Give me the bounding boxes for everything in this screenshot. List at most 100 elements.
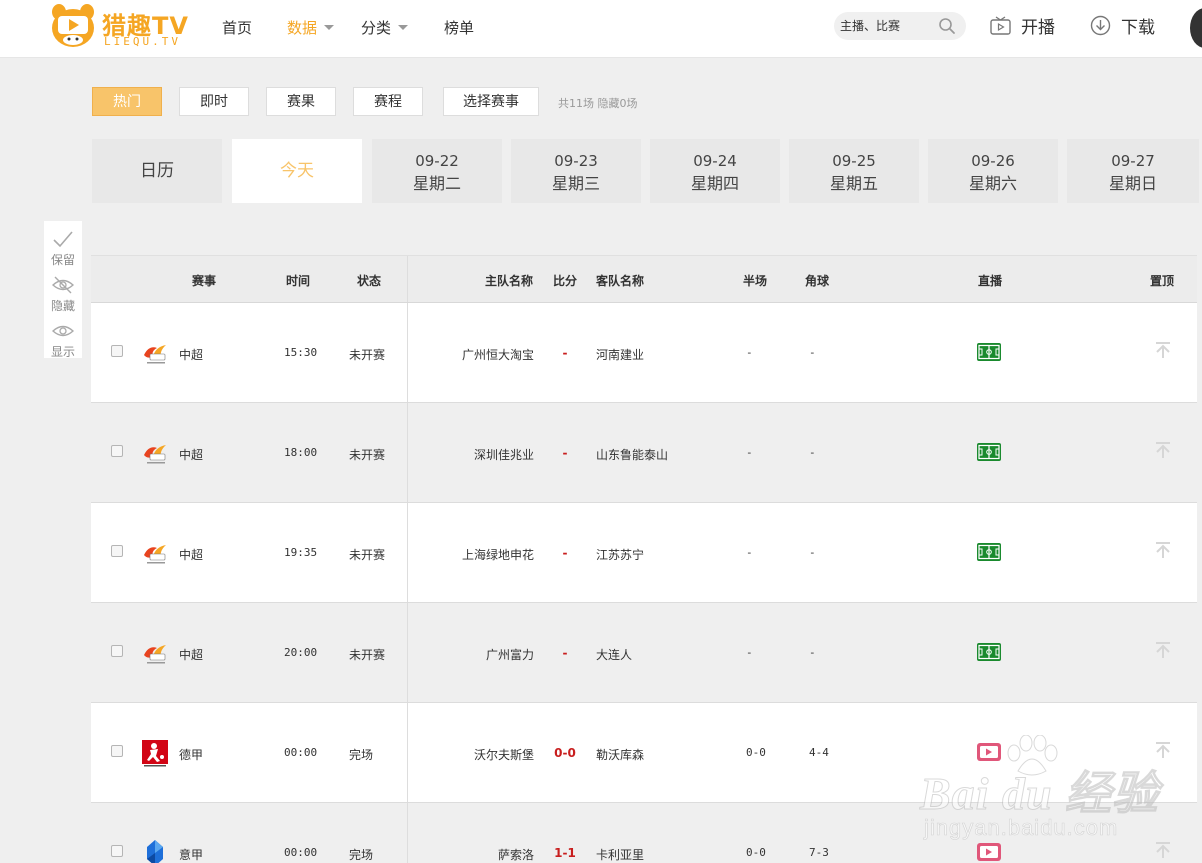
league-name: 德甲: [179, 748, 204, 762]
pin-top-icon[interactable]: [1153, 440, 1173, 460]
row-checkbox[interactable]: [111, 745, 123, 757]
match-status: 完场: [349, 748, 374, 762]
keep-button[interactable]: 保留: [44, 225, 82, 269]
home-team: 沃尔夫斯堡: [473, 748, 534, 762]
select-league-button[interactable]: 选择赛事: [443, 87, 539, 116]
match-score: -: [562, 446, 568, 460]
eye-icon: [52, 325, 74, 337]
avatar[interactable]: [1190, 8, 1202, 48]
tab-calendar[interactable]: 日历: [92, 139, 222, 203]
search-icon[interactable]: [938, 17, 956, 35]
tab-weekday: 星期日: [1108, 174, 1157, 193]
half-score: -: [746, 546, 753, 559]
filter-results-button[interactable]: 赛果: [266, 87, 336, 116]
logo-subtext: LIEQU.TV: [104, 35, 181, 48]
away-team: 江苏苏宁: [596, 548, 645, 562]
row-checkbox[interactable]: [111, 645, 123, 657]
video-icon[interactable]: [976, 742, 1002, 762]
table-row: 意甲 00:00 完场 萨索洛 卡利亚里 0-0 7-3 1-1: [91, 803, 1197, 863]
tab-today-label: 今天: [280, 161, 314, 181]
field-icon[interactable]: [976, 442, 1002, 462]
table-row: 中超 18:00 未开赛 深圳佳兆业 山东鲁能泰山 - - -: [91, 403, 1197, 503]
kickoff-time: 18:00: [284, 446, 318, 459]
filter-live-button[interactable]: 即时: [179, 87, 249, 116]
row-checkbox[interactable]: [111, 345, 123, 357]
download-button[interactable]: 下载: [1090, 13, 1155, 38]
col-score: 比分: [553, 274, 578, 288]
keep-label: 保留: [50, 253, 75, 267]
row-checkbox[interactable]: [111, 545, 123, 557]
broadcast-button[interactable]: 开播: [990, 13, 1055, 38]
nav-category-label: 分类: [361, 19, 392, 37]
side-toolbar: 保留 隐藏 显示: [44, 221, 82, 361]
check-icon: [53, 231, 73, 248]
corner-count: -: [809, 446, 816, 459]
hide-label: 隐藏: [50, 299, 75, 313]
site-logo[interactable]: 猎趣TV LIEQU.TV: [50, 2, 200, 52]
nav-ranking[interactable]: 榜单: [444, 17, 474, 38]
col-live: 直播: [978, 274, 1003, 288]
league-name: 中超: [179, 448, 204, 462]
league-name: 中超: [179, 648, 204, 662]
corner-count: 7-3: [809, 846, 829, 859]
download-label: 下载: [1121, 18, 1155, 38]
nav-home[interactable]: 首页: [222, 17, 252, 38]
tab-date: 09-23: [554, 152, 598, 170]
col-time: 时间: [286, 274, 311, 288]
league-name: 中超: [179, 548, 204, 562]
field-icon[interactable]: [976, 642, 1002, 662]
show-label: 显示: [50, 345, 75, 359]
tab-weekday: 星期六: [968, 174, 1017, 193]
video-icon[interactable]: [976, 842, 1002, 862]
pin-top-icon[interactable]: [1153, 640, 1173, 660]
hide-button[interactable]: 隐藏: [44, 271, 82, 315]
search-box: [834, 12, 966, 40]
col-league: 赛事: [192, 274, 217, 288]
tab-calendar-label: 日历: [140, 161, 174, 181]
tab-date-0923[interactable]: 09-23 星期三: [511, 139, 641, 203]
match-status: 未开赛: [349, 348, 386, 362]
table-row: 中超 20:00 未开赛 广州富力 大连人 - - -: [91, 603, 1197, 703]
tab-date-0922[interactable]: 09-22 星期二: [372, 139, 502, 203]
column-divider: [407, 803, 408, 863]
filter-hot-button[interactable]: 热门: [92, 87, 162, 116]
tab-date: 09-24: [693, 152, 737, 170]
kickoff-time: 15:30: [284, 346, 318, 359]
field-icon[interactable]: [976, 542, 1002, 562]
row-checkbox[interactable]: [111, 445, 123, 457]
tab-date-0926[interactable]: 09-26 星期六: [928, 139, 1058, 203]
away-team: 大连人: [596, 648, 633, 662]
csl-logo: [141, 339, 169, 367]
pin-top-icon[interactable]: [1153, 540, 1173, 560]
nav-ranking-label: 榜单: [444, 19, 475, 37]
match-count-text: 共11场 隐藏0场: [558, 97, 638, 110]
tab-weekday: 星期二: [412, 174, 461, 193]
search-input[interactable]: [840, 16, 936, 36]
match-table: 赛事 时间 状态 主队名称 比分 客队名称 半场 角球 直播 置顶 中超 15:3…: [91, 255, 1197, 863]
column-divider: [407, 256, 408, 302]
row-checkbox[interactable]: [111, 845, 123, 857]
field-icon[interactable]: [976, 342, 1002, 362]
pin-top-icon[interactable]: [1153, 340, 1173, 360]
tab-date-0927[interactable]: 09-27 星期日: [1067, 139, 1199, 203]
half-score: 0-0: [746, 846, 766, 859]
nav-data[interactable]: 数据: [287, 17, 335, 38]
column-divider: [407, 703, 408, 802]
match-status: 完场: [349, 848, 374, 862]
away-team: 勒沃库森: [596, 748, 645, 762]
half-score: -: [746, 446, 753, 459]
match-score: -: [562, 546, 568, 560]
pin-top-icon[interactable]: [1153, 840, 1173, 860]
half-score: 0-0: [746, 746, 766, 759]
tab-today[interactable]: 今天: [232, 139, 362, 203]
show-button[interactable]: 显示: [44, 317, 82, 361]
column-divider: [407, 503, 408, 602]
nav-category[interactable]: 分类: [361, 17, 409, 38]
tab-date-0925[interactable]: 09-25 星期五: [789, 139, 919, 203]
nav-home-label: 首页: [222, 19, 253, 37]
tab-date-0924[interactable]: 09-24 星期四: [650, 139, 780, 203]
pin-top-icon[interactable]: [1153, 740, 1173, 760]
filter-schedule-button[interactable]: 赛程: [353, 87, 423, 116]
match-status: 未开赛: [349, 548, 386, 562]
kickoff-time: 00:00: [284, 846, 318, 859]
